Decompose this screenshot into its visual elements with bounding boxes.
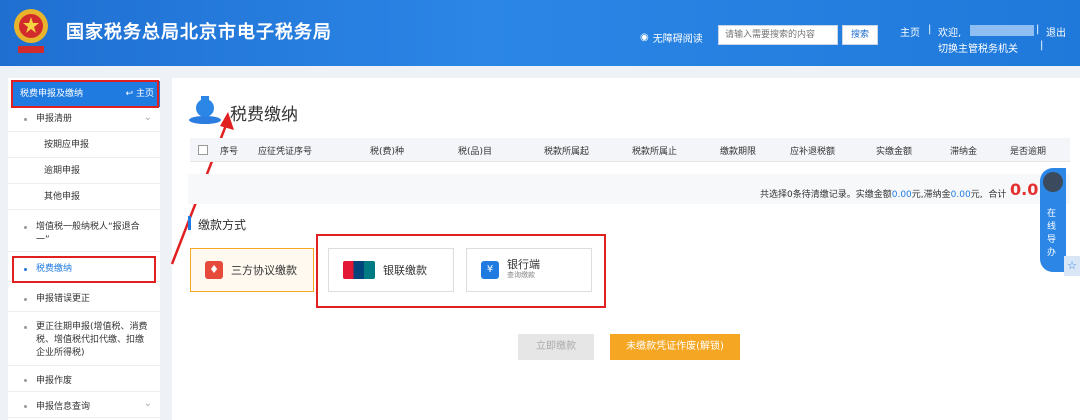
logout-link[interactable]: 退出 (1046, 24, 1066, 39)
page-root: 国家税务总局北京市电子税务局 ◉ 无障碍阅读 搜索 主页 | 欢迎, | 退出 … (0, 0, 1080, 420)
header-separator: | (1040, 40, 1044, 51)
sidebar: 税费申报及缴纳 ↩ 主页 申报清册 ⌄ 按期应申报 逾期申报 其他申报 增值税一… (8, 78, 160, 420)
online-service-float[interactable]: 在线导办 (1040, 168, 1066, 272)
search-input[interactable] (718, 25, 838, 45)
column-header: 税(费)种 (370, 147, 405, 157)
accessibility-label: 无障碍阅读 (652, 34, 703, 45)
switch-org-link[interactable]: 切换主管税务机关 (938, 40, 1018, 55)
column-header: 应补退税额 (790, 147, 836, 157)
bank-subtitle: 查询缴款 (507, 271, 535, 279)
section-marker (188, 216, 191, 230)
sidebar-item-other[interactable]: 其他申报 (8, 186, 160, 210)
column-header: 应征凭证序号 (258, 147, 313, 157)
sidebar-header[interactable]: 税费申报及缴纳 ↩ 主页 (12, 81, 160, 107)
welcome-text: 欢迎, (938, 28, 962, 39)
chevron-down-icon: ⌄ (143, 112, 152, 123)
header-separator: | (928, 24, 932, 35)
unionpay-icon (343, 261, 375, 279)
method-unionpay[interactable]: 银联缴款 (328, 248, 454, 292)
page-title: 税费缴纳 (230, 105, 298, 125)
eye-icon: ◉ (640, 32, 649, 43)
top-header: 国家税务总局北京市电子税务局 ◉ 无障碍阅读 搜索 主页 | 欢迎, | 退出 … (0, 0, 1080, 66)
column-header: 实缴金额 (876, 147, 913, 157)
bullet-icon (24, 118, 27, 121)
column-header: 税款所属起 (544, 147, 590, 157)
sidebar-home-link[interactable]: ↩ 主页 (126, 81, 154, 107)
sidebar-item-past-correction[interactable]: 更正往期申报(增值税、消费税、增值税代扣代缴、扣缴企业所得税) (8, 318, 160, 366)
column-header: 序号 (220, 147, 239, 157)
home-link[interactable]: 主页 (900, 24, 920, 39)
bullet-icon (24, 405, 27, 408)
bullet-icon (24, 268, 27, 271)
method-bank[interactable]: ¥ 银行端 查询缴款 (466, 248, 592, 292)
sidebar-item-correction[interactable]: 申报错误更正 (8, 288, 160, 312)
pay-now-button[interactable]: 立即缴款 (518, 334, 594, 360)
agreement-icon: ♦ (205, 261, 223, 279)
accessibility-link[interactable]: ◉ 无障碍阅读 (640, 30, 703, 45)
column-header: 税(品)目 (458, 147, 493, 157)
void-voucher-button[interactable]: 未缴款凭证作废(解锁) (610, 334, 740, 360)
pay-method-title: 缴款方式 (198, 218, 247, 232)
method-tripartite[interactable]: ♦ 三方协议缴款 (190, 248, 314, 292)
select-all-checkbox[interactable] (198, 145, 208, 155)
sidebar-item-overdue[interactable]: 逾期申报 (8, 160, 160, 184)
masked-username (970, 25, 1034, 36)
avatar-icon (1043, 172, 1063, 192)
summary-text: 共选择0条待清缴记录。实缴金额0.00元,滞纳金0.00元, 合计 (760, 190, 1007, 200)
sidebar-item-declaration-list[interactable]: 申报清册 ⌄ (8, 110, 160, 132)
bullet-icon (24, 379, 27, 382)
header-separator: | (1036, 24, 1040, 35)
sidebar-header-label: 税费申报及缴纳 (20, 89, 84, 99)
sidebar-item-void[interactable]: 申报作废 (8, 370, 160, 392)
sidebar-item-query[interactable]: 申报信息查询 ⌄ (8, 396, 160, 418)
star-icon[interactable]: ☆ (1064, 256, 1080, 276)
column-header: 滞纳金 (950, 147, 978, 157)
bullet-icon (24, 226, 27, 229)
table-header (190, 138, 1070, 162)
sidebar-item-tax-payment[interactable]: 税费缴纳 (8, 258, 160, 282)
search-button[interactable]: 搜索 (842, 25, 878, 45)
chevron-down-icon: ⌄ (143, 398, 152, 409)
bullet-icon (24, 326, 27, 329)
bank-icon: ¥ (481, 261, 499, 279)
bullet-icon (24, 298, 27, 301)
tax-emblem-icon (14, 9, 48, 53)
column-header: 缴款期限 (720, 147, 757, 157)
total-amount: 0.0 (1010, 180, 1039, 199)
column-header: 是否逾期 (1010, 147, 1047, 157)
column-header: 税款所属止 (632, 147, 678, 157)
sidebar-item-vat-refund[interactable]: 增值税一般纳税人“报退合一” (8, 218, 160, 252)
sidebar-item-periodic[interactable]: 按期应申报 (8, 134, 160, 158)
site-title: 国家税务总局北京市电子税务局 (66, 22, 332, 43)
